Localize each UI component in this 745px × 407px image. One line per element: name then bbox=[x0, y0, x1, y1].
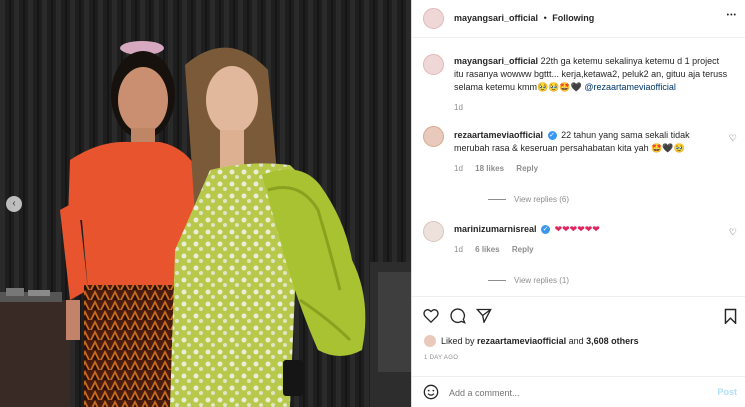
add-comment-bar: Post bbox=[412, 376, 745, 407]
comment-username[interactable]: marinizumarnisreal bbox=[454, 224, 537, 234]
caption-mention[interactable]: @rezaartameviaofficial bbox=[584, 82, 676, 92]
comment-likes[interactable]: 6 likes bbox=[475, 245, 499, 254]
comment-likes[interactable]: 18 likes bbox=[475, 164, 504, 173]
comment-reply-button[interactable]: Reply bbox=[516, 164, 538, 173]
comment-username[interactable]: rezaartameviaofficial bbox=[454, 130, 543, 140]
following-button[interactable]: Following bbox=[552, 13, 594, 23]
comment-avatar[interactable] bbox=[423, 221, 444, 242]
emoji-icon[interactable] bbox=[423, 384, 439, 400]
caption-username[interactable]: mayangsari_official bbox=[454, 56, 538, 66]
author-username[interactable]: mayangsari_official bbox=[454, 13, 538, 23]
comment-meta: 1d 6 likes Reply bbox=[454, 245, 534, 254]
comment-like-icon[interactable]: ♡ bbox=[729, 133, 737, 144]
post-header: mayangsari_official • Following ••• bbox=[412, 0, 745, 38]
comment-time: 1d bbox=[454, 245, 463, 254]
author-avatar[interactable] bbox=[423, 8, 444, 29]
caption: mayangsari_official 22th ga ketemu sekal… bbox=[454, 55, 729, 94]
post-photo[interactable]: ‹ bbox=[0, 0, 411, 407]
post-comment-button[interactable]: Post bbox=[717, 387, 737, 397]
verified-badge-icon: ✓ bbox=[547, 131, 557, 141]
like-heart-icon[interactable] bbox=[423, 308, 439, 323]
comment-text: ❤❤❤❤❤❤ bbox=[554, 224, 600, 234]
separator-dot: • bbox=[543, 13, 547, 23]
comment-bubble-icon[interactable] bbox=[450, 308, 466, 324]
comment-time: 1d bbox=[454, 164, 463, 173]
post-timestamp: 1 DAY AGO bbox=[424, 355, 459, 361]
liked-by-label: Liked by bbox=[441, 336, 475, 346]
view-replies-button[interactable]: View replies (6) bbox=[488, 195, 569, 204]
post-sidebar: mayangsari_official • Following ••• maya… bbox=[411, 0, 745, 407]
likes-count[interactable]: 3,608 others bbox=[586, 336, 639, 346]
liked-by-user[interactable]: rezaartameviaofficial bbox=[477, 336, 566, 346]
view-replies-button[interactable]: View replies (1) bbox=[488, 276, 569, 285]
add-comment-input[interactable] bbox=[449, 384, 699, 401]
more-options-icon[interactable]: ••• bbox=[727, 12, 737, 19]
share-icon[interactable] bbox=[476, 308, 492, 323]
comment-avatar[interactable] bbox=[423, 126, 444, 147]
action-bar bbox=[412, 296, 745, 334]
caption-time: 1d bbox=[454, 103, 463, 112]
comment: marinizumarnisreal ✓ ❤❤❤❤❤❤ bbox=[454, 223, 724, 236]
post-image bbox=[0, 0, 411, 407]
comment-meta: 1d 18 likes Reply bbox=[454, 164, 538, 173]
caption-avatar[interactable] bbox=[423, 54, 444, 75]
and-label: and bbox=[568, 336, 584, 346]
comment: rezaartameviaofficial ✓ 22 tahun yang sa… bbox=[454, 129, 724, 155]
previous-arrow-button[interactable]: ‹ bbox=[6, 196, 22, 212]
save-bookmark-icon[interactable] bbox=[724, 308, 737, 324]
liker-avatar[interactable] bbox=[424, 335, 436, 347]
comment-like-icon[interactable]: ♡ bbox=[729, 227, 737, 238]
comment-reply-button[interactable]: Reply bbox=[512, 245, 534, 254]
likes-summary: Liked by rezaartameviaofficial and 3,608… bbox=[441, 336, 639, 346]
verified-badge-icon: ✓ bbox=[541, 225, 551, 235]
